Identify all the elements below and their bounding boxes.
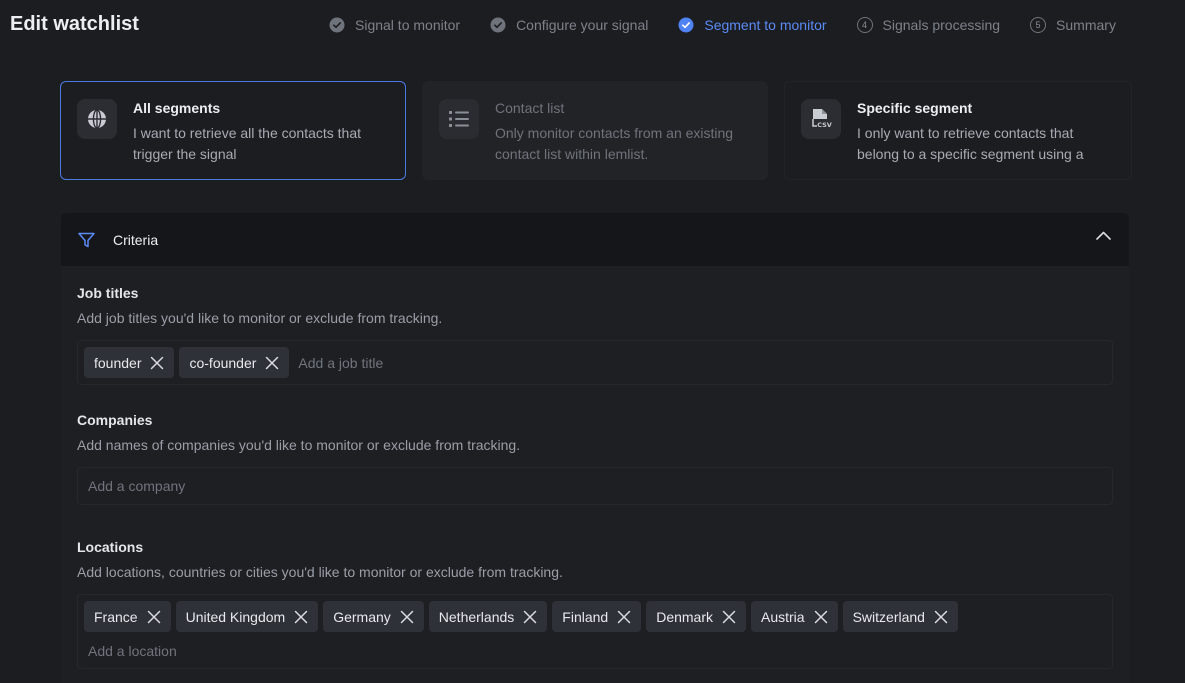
location-input[interactable] xyxy=(84,638,1106,664)
step-label: Summary xyxy=(1056,17,1116,33)
job-title-input[interactable] xyxy=(294,347,495,378)
close-icon[interactable] xyxy=(722,610,736,624)
tag-label: Denmark xyxy=(656,608,713,625)
companies-field: Companies Add names of companies you'd l… xyxy=(77,412,1113,505)
segment-options: All segments I want to retrieve all the … xyxy=(60,81,1132,180)
tag-label: Switzerland xyxy=(852,608,925,625)
criteria-panel: Criteria Job titles Add job titles you'd… xyxy=(61,213,1129,683)
segment-option-desc: I want to retrieve all the contacts that… xyxy=(133,125,362,162)
globe-icon xyxy=(77,99,117,139)
segment-option-title: Specific segment xyxy=(857,100,973,116)
segment-option-all[interactable]: All segments I want to retrieve all the … xyxy=(60,81,406,180)
close-icon[interactable] xyxy=(294,610,308,624)
company-input[interactable] xyxy=(88,476,488,496)
step-signals-processing[interactable]: 4 Signals processing xyxy=(856,17,1001,33)
tag-chip: co-founder xyxy=(179,347,290,378)
close-icon[interactable] xyxy=(147,610,161,624)
tag-label: founder xyxy=(94,354,142,371)
tag-chip: United Kingdom xyxy=(175,601,319,632)
tag-chip: Finland xyxy=(552,601,642,632)
field-description: Add job titles you'd like to monitor or … xyxy=(77,310,443,326)
close-icon[interactable] xyxy=(150,356,164,370)
check-circle-icon xyxy=(678,17,694,33)
step-label: Signals processing xyxy=(882,17,1001,33)
tag-label: Finland xyxy=(562,608,609,625)
tag-chip: Austria xyxy=(751,601,838,632)
step-signal-to-monitor[interactable]: Signal to monitor xyxy=(329,17,460,33)
tag-label: Netherlands xyxy=(438,608,515,625)
tag-chip: France xyxy=(84,601,171,632)
check-circle-icon xyxy=(490,17,506,33)
step-label: Segment to monitor xyxy=(704,17,827,33)
close-icon[interactable] xyxy=(523,610,537,624)
close-icon[interactable] xyxy=(617,610,631,624)
field-label: Companies xyxy=(77,412,153,428)
tag-chip: Denmark xyxy=(646,601,746,632)
field-label: Job titles xyxy=(77,285,139,301)
segment-option-title: All segments xyxy=(133,100,221,116)
chevron-up-icon[interactable] xyxy=(1096,231,1111,240)
step-number-icon: 5 xyxy=(1030,17,1047,33)
locations-field: Locations Add locations, countries or ci… xyxy=(77,539,1113,669)
criteria-header[interactable]: Criteria xyxy=(61,213,1129,266)
step-segment-to-monitor[interactable]: Segment to monitor xyxy=(678,17,827,33)
close-icon[interactable] xyxy=(814,610,828,624)
companies-tag-input[interactable] xyxy=(77,467,1113,505)
tag-label: co-founder xyxy=(189,354,257,371)
csv-file-icon: CSV xyxy=(801,99,841,139)
tag-label: United Kingdom xyxy=(185,608,286,625)
tag-label: France xyxy=(94,608,138,625)
segment-option-desc: Only monitor contacts from an existing c… xyxy=(495,125,734,162)
segment-option-contact-list[interactable]: Contact list Only monitor contacts from … xyxy=(422,81,768,180)
stepper: Signal to monitor Configure your signal … xyxy=(329,16,1116,34)
field-description: Add locations, countries or cities you'd… xyxy=(77,564,563,580)
job-titles-field: Job titles Add job titles you'd like to … xyxy=(77,285,1113,385)
tag-chip: Germany xyxy=(323,601,424,632)
field-description: Add names of companies you'd like to mon… xyxy=(77,437,521,453)
segment-option-specific[interactable]: CSV Specific segment I only want to retr… xyxy=(784,81,1132,180)
tag-chip: Switzerland xyxy=(842,601,958,632)
locations-tag-input[interactable]: France United Kingdom Germany Netherland… xyxy=(77,594,1113,669)
step-number-icon: 4 xyxy=(856,17,873,33)
step-label: Configure your signal xyxy=(516,17,649,33)
close-icon[interactable] xyxy=(934,610,948,624)
check-circle-icon xyxy=(329,17,345,33)
tag-label: Germany xyxy=(333,608,391,625)
criteria-title: Criteria xyxy=(113,231,159,248)
segment-option-desc: I only want to retrieve contacts that be… xyxy=(857,125,1084,162)
field-label: Locations xyxy=(77,539,144,555)
step-configure-signal[interactable]: Configure your signal xyxy=(490,17,648,33)
header: Edit watchlist Signal to monitor Configu… xyxy=(0,0,1185,50)
step-label: Signal to monitor xyxy=(355,17,461,33)
close-icon[interactable] xyxy=(400,610,414,624)
svg-text:CSV: CSV xyxy=(817,121,832,129)
tag-chip: founder xyxy=(84,347,175,378)
list-icon xyxy=(439,99,479,139)
job-titles-tag-input[interactable]: founder co-founder xyxy=(77,340,1113,385)
step-summary[interactable]: 5 Summary xyxy=(1030,17,1116,33)
tag-chip: Netherlands xyxy=(428,601,548,632)
page-title: Edit watchlist xyxy=(10,13,139,35)
segment-option-title: Contact list xyxy=(495,100,565,116)
filter-icon xyxy=(78,232,95,247)
tag-label: Austria xyxy=(761,608,805,625)
close-icon[interactable] xyxy=(265,356,279,370)
